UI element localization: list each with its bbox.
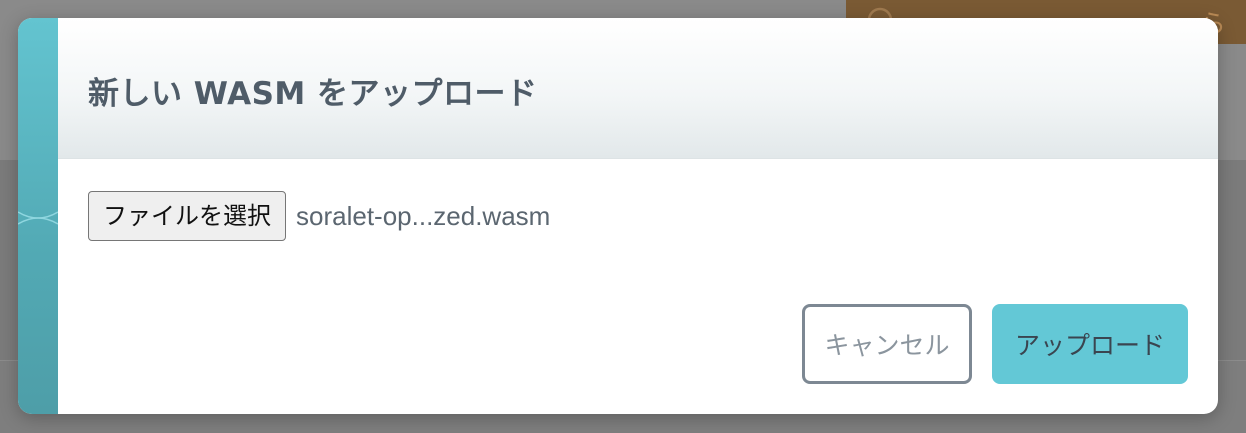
dialog-header: 新しい WASM をアップロード bbox=[58, 18, 1218, 159]
choose-file-button[interactable]: ファイルを選択 bbox=[88, 191, 286, 241]
upload-button[interactable]: アップロード bbox=[992, 304, 1188, 384]
selected-file-name: soralet-op...zed.wasm bbox=[296, 200, 551, 231]
dialog-accent-bar bbox=[18, 18, 58, 414]
cancel-button[interactable]: キャンセル bbox=[802, 304, 972, 384]
dialog-title: 新しい WASM をアップロード bbox=[88, 76, 538, 112]
dialog-body: ファイルを選択 soralet-op...zed.wasm キャンセル アップロ… bbox=[58, 159, 1218, 414]
upload-wasm-dialog: 新しい WASM をアップロード ファイルを選択 soralet-op...ze… bbox=[18, 18, 1218, 414]
file-input-row: ファイルを選択 soralet-op...zed.wasm bbox=[88, 191, 550, 241]
accent-decoration-icon bbox=[18, 211, 58, 225]
